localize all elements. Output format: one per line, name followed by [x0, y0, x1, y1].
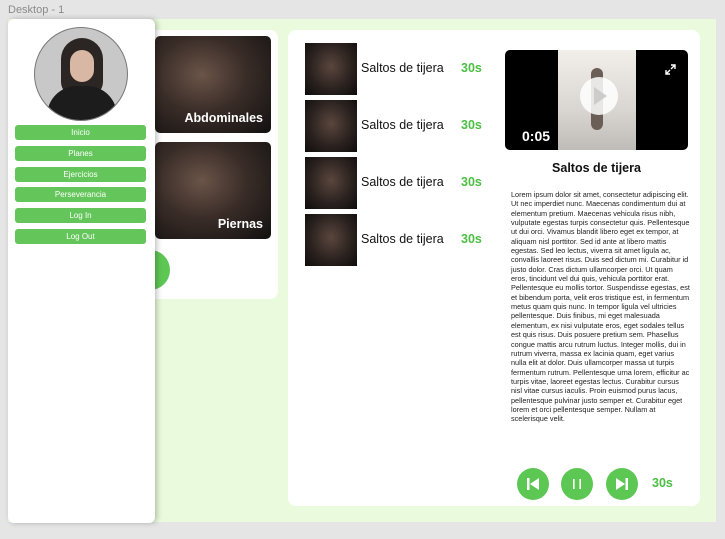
previous-button[interactable]: [517, 468, 549, 500]
exercise-name: Saltos de tijera: [361, 175, 444, 189]
nav-perseverancia[interactable]: Perseverancia: [15, 187, 146, 202]
exercise-duration: 30s: [461, 232, 482, 246]
frame-label: Desktop - 1: [8, 4, 65, 16]
category-label: Piernas: [217, 217, 263, 231]
expand-icon[interactable]: [665, 64, 676, 75]
video-timestamp: 0:05: [522, 128, 551, 144]
exercise-thumbnail: [305, 43, 357, 95]
exercise-thumbnail: [305, 157, 357, 209]
exercise-description: Lorem ipsum dolor sit amet, consectetur …: [511, 190, 690, 424]
sidebar: Inicio Planes Ejercicios Perseverancia L…: [8, 19, 155, 523]
categories-card: Abdominales Piernas: [148, 30, 278, 299]
pause-button[interactable]: [561, 468, 593, 500]
exercise-item[interactable]: Saltos de tijera 30s: [305, 100, 485, 152]
category-tile-abdominales[interactable]: Abdominales: [155, 36, 271, 133]
avatar[interactable]: [34, 27, 128, 121]
nav-log-out[interactable]: Log Out: [15, 229, 146, 244]
exercise-thumbnail: [305, 100, 357, 152]
exercise-title: Saltos de tijera: [552, 161, 641, 175]
exercise-name: Saltos de tijera: [361, 61, 444, 75]
exercise-duration: 30s: [461, 118, 482, 132]
next-button[interactable]: [606, 468, 638, 500]
avatar-face: [70, 50, 94, 82]
exercise-panel: Saltos de tijera 30s Saltos de tijera 30…: [288, 30, 700, 506]
category-tile-piernas[interactable]: Piernas: [155, 142, 271, 239]
exercise-thumbnail: [305, 214, 357, 266]
exercise-name: Saltos de tijera: [361, 232, 444, 246]
nav-planes[interactable]: Planes: [15, 146, 146, 161]
exercise-duration: 30s: [461, 175, 482, 189]
player-duration: 30s: [652, 476, 673, 490]
pause-icon: [573, 479, 581, 489]
skip-forward-icon: [616, 478, 628, 490]
nav-inicio[interactable]: Inicio: [15, 125, 146, 140]
exercise-duration: 30s: [461, 61, 482, 75]
nav-ejercicios[interactable]: Ejercicios: [15, 167, 146, 182]
exercise-item[interactable]: Saltos de tijera 30s: [305, 214, 485, 266]
avatar-body: [47, 86, 117, 120]
video-player[interactable]: 0:05: [505, 50, 688, 150]
skip-back-icon: [527, 478, 539, 490]
exercise-name: Saltos de tijera: [361, 118, 444, 132]
category-label: Abdominales: [184, 111, 264, 125]
play-icon[interactable]: [580, 77, 618, 115]
nav-log-in[interactable]: Log In: [15, 208, 146, 223]
exercise-item[interactable]: Saltos de tijera 30s: [305, 157, 485, 209]
exercise-item[interactable]: Saltos de tijera 30s: [305, 43, 485, 95]
